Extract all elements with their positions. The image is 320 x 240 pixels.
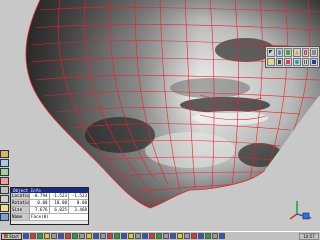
app-icon[interactable]	[99, 233, 106, 239]
size-z-field[interactable]: 3.468	[68, 206, 88, 214]
app-icon[interactable]	[183, 233, 190, 239]
taskbar: Start 10:57	[0, 231, 320, 240]
object-info-panel: Object Info Location -0.794 -1.523 -1.52…	[10, 187, 89, 225]
row-label: Size	[11, 206, 30, 214]
transform-table: Location -0.794 -1.523 -1.523 Rotation 0…	[11, 193, 88, 221]
paint-icon[interactable]	[284, 57, 292, 66]
wire-icon[interactable]	[0, 186, 9, 194]
app-icon[interactable]	[148, 233, 155, 239]
app-icon[interactable]	[169, 233, 176, 239]
camera-icon[interactable]	[0, 195, 9, 203]
start-button[interactable]: Start	[1, 232, 22, 240]
app-icon[interactable]	[204, 233, 211, 239]
app-icon[interactable]	[29, 233, 36, 239]
table-row: Size 7.676 6.825 3.468	[11, 206, 88, 214]
row-label: Location	[11, 193, 30, 200]
location-x-field[interactable]: -0.794	[29, 193, 49, 200]
app-icon[interactable]	[43, 233, 50, 239]
app-icon[interactable]	[64, 233, 71, 239]
app-icon[interactable]	[211, 233, 218, 239]
name-field[interactable]: Face(0)	[29, 213, 88, 221]
rotation-x-field[interactable]: 0.00	[29, 199, 49, 207]
rotation-y-field[interactable]: 18.00	[48, 199, 69, 207]
light-icon[interactable]	[0, 204, 9, 212]
torus-icon[interactable]	[301, 48, 310, 57]
globe-icon[interactable]	[292, 57, 301, 66]
left-toolbar	[0, 150, 9, 226]
system-clock: 10:57	[299, 232, 319, 240]
app-icon[interactable]	[106, 233, 113, 239]
app-icon[interactable]	[155, 233, 162, 239]
app-icon[interactable]	[134, 233, 141, 239]
app-icon[interactable]	[190, 233, 197, 239]
app-icon[interactable]	[50, 233, 57, 239]
cone-icon[interactable]	[292, 48, 301, 57]
table-row: Rotation 0.00 18.00 0.00	[11, 199, 88, 207]
app-icon[interactable]	[162, 233, 169, 239]
app-icon[interactable]	[92, 233, 99, 239]
app-icon[interactable]	[176, 233, 183, 239]
row-label: Rotation	[11, 199, 30, 207]
lamp-icon[interactable]	[267, 57, 275, 66]
tool-palette	[265, 46, 320, 68]
move-icon[interactable]	[0, 159, 9, 167]
cube-icon[interactable]	[284, 48, 292, 57]
arrow-icon[interactable]	[267, 48, 275, 57]
axis-gizmo[interactable]	[287, 198, 315, 222]
windows-logo-icon	[4, 234, 8, 238]
app-icon[interactable]	[57, 233, 64, 239]
location-y-field[interactable]: -1.523	[48, 193, 69, 200]
cube-icon	[302, 212, 310, 220]
camera-icon[interactable]	[275, 57, 284, 66]
plane-icon[interactable]	[310, 48, 318, 57]
text-icon[interactable]	[310, 57, 318, 66]
render-icon[interactable]	[0, 213, 9, 221]
app-icon[interactable]	[141, 233, 148, 239]
name-label: Name	[11, 213, 30, 221]
rotate-icon[interactable]	[0, 168, 9, 176]
start-label: Start	[9, 233, 19, 239]
size-y-field[interactable]: 6.825	[48, 206, 69, 214]
app-icon[interactable]	[120, 233, 127, 239]
app-icon[interactable]	[127, 233, 134, 239]
size-x-field[interactable]: 7.676	[29, 206, 49, 214]
app-icon[interactable]	[197, 233, 204, 239]
app-icon[interactable]	[71, 233, 78, 239]
app-icon[interactable]	[22, 233, 29, 239]
sphere-icon[interactable]	[275, 48, 284, 57]
app-icon[interactable]	[113, 233, 120, 239]
scale-icon[interactable]	[0, 177, 9, 185]
location-z-field[interactable]: -1.523	[68, 193, 88, 200]
rotation-z-field[interactable]: 0.00	[68, 199, 88, 207]
app-icon[interactable]	[78, 233, 85, 239]
app-icon[interactable]	[218, 233, 225, 239]
hand-icon[interactable]	[0, 150, 9, 158]
app-icon[interactable]	[36, 233, 43, 239]
z-axis-line	[289, 213, 298, 220]
table-row: Name Face(0)	[11, 213, 88, 221]
app-icon[interactable]	[85, 233, 92, 239]
grid-icon[interactable]	[301, 57, 310, 66]
